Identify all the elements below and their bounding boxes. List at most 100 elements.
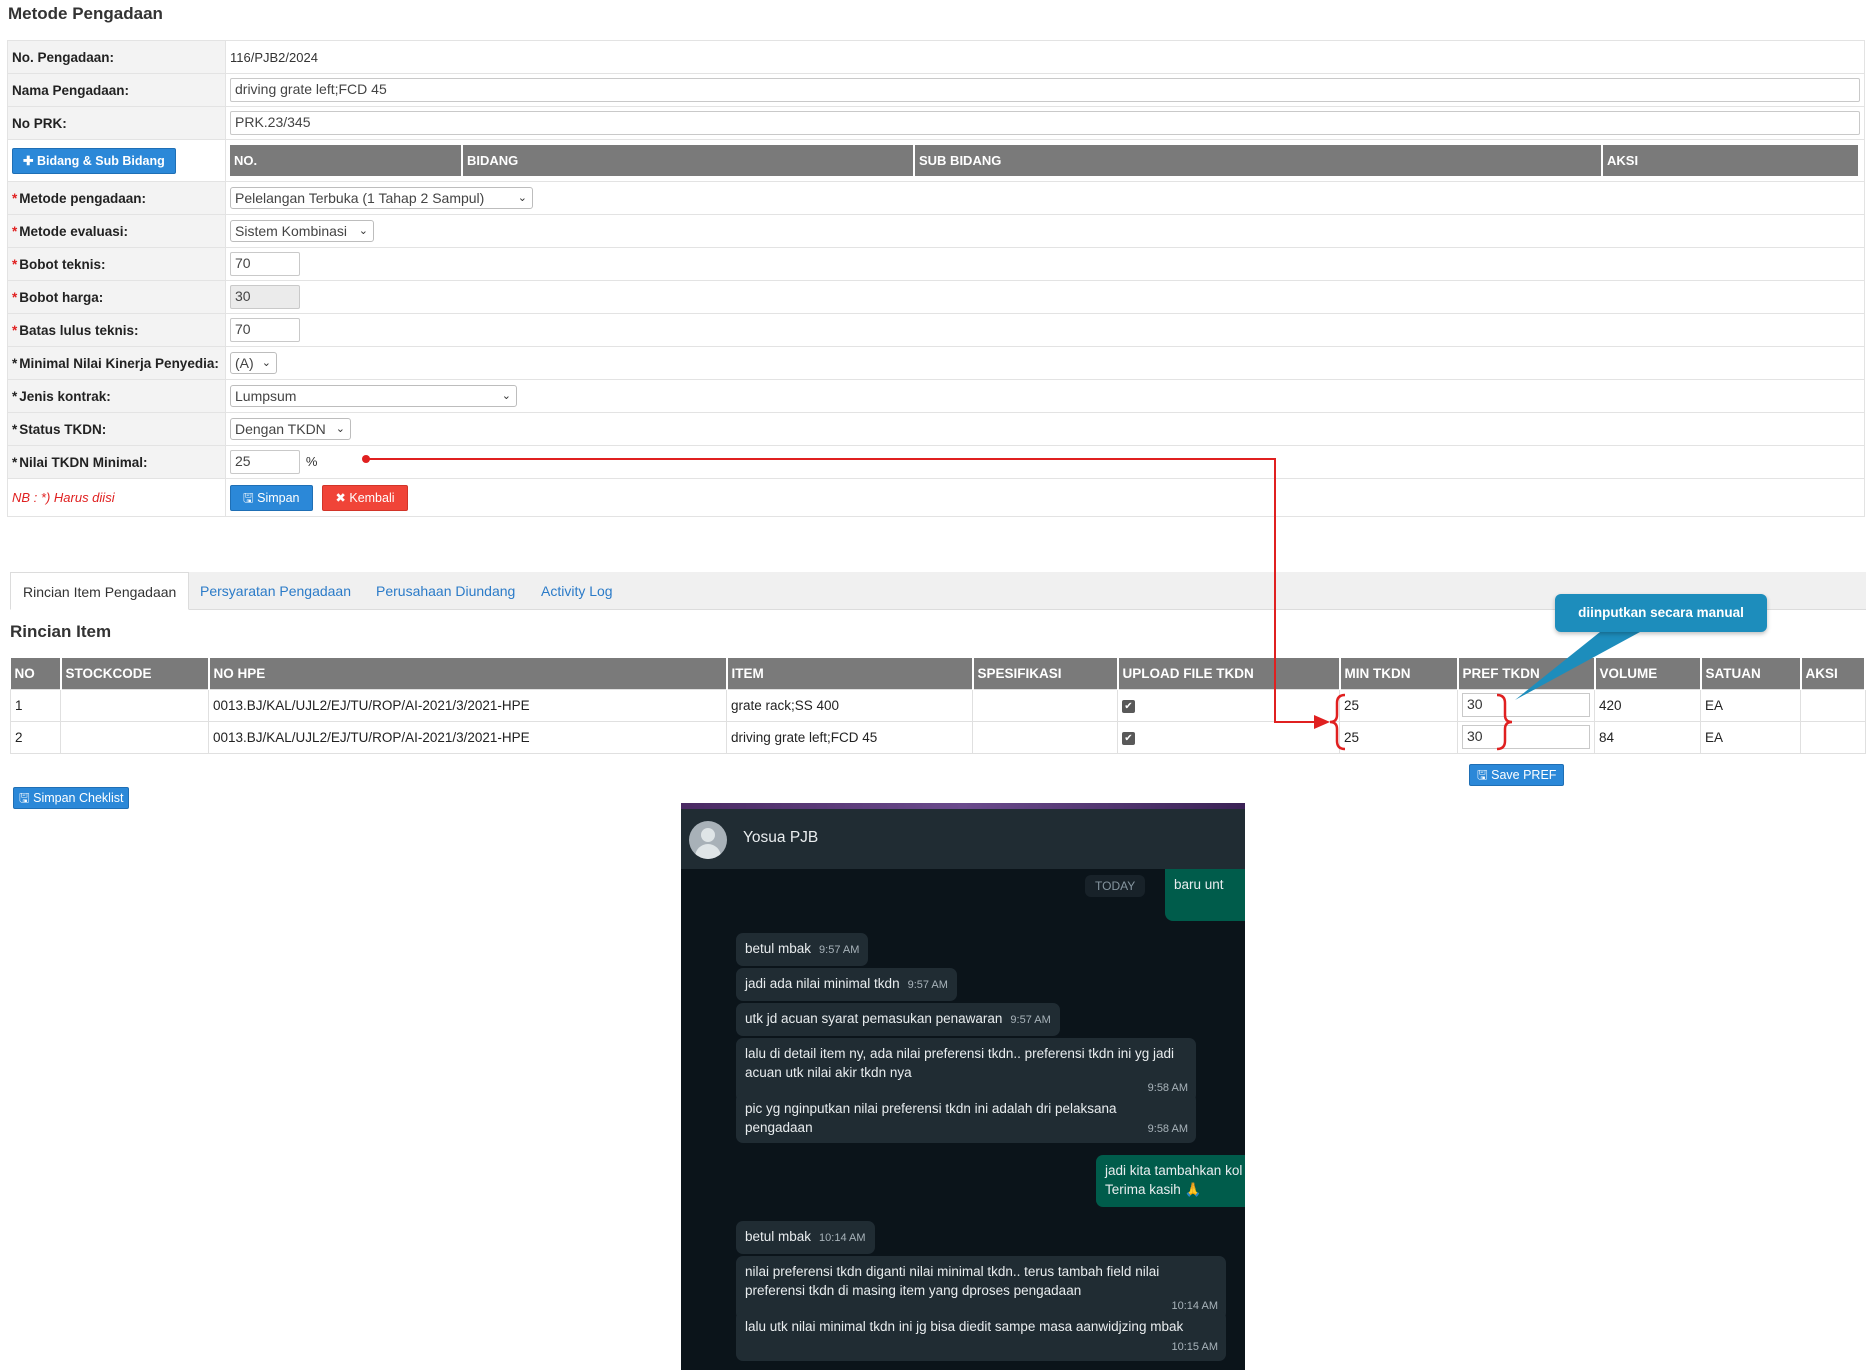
cell-hpe: 0013.BJ/KAL/UJL2/EJ/TU/ROP/AI-2021/3/202… <box>208 720 727 754</box>
cell-spesifikasi <box>972 720 1118 754</box>
tkdn-status-label: Status TKDN: <box>19 421 107 437</box>
nama-pengadaan-label: Nama Pengadaan: <box>7 73 226 107</box>
batas-lulus-input[interactable]: 70 <box>230 318 300 342</box>
col-upload-tkdn: UPLOAD FILE TKDN <box>1117 658 1341 689</box>
kembali-button[interactable]: ✖ Kembali <box>322 484 408 511</box>
cell-hpe: 0013.BJ/KAL/UJL2/EJ/TU/ROP/AI-2021/3/202… <box>208 688 727 722</box>
pref-tkdn-input[interactable]: 30 <box>1462 693 1590 717</box>
avatar[interactable] <box>689 821 727 859</box>
bobot-harga-label: Bobot harga: <box>19 289 104 305</box>
cell-min-tkdn: 25 <box>1339 688 1458 722</box>
bidang-button[interactable]: ✚ Bidang & Sub Bidang <box>12 147 176 174</box>
tab-perusahaan[interactable]: Perusahaan Diundang <box>364 572 527 610</box>
required-mark: * <box>12 454 18 470</box>
incoming-bubble: utk jd acuan syarat pemasukan penawaran 9… <box>736 1003 1060 1036</box>
col-item: ITEM <box>726 658 974 689</box>
tkdn-min-input[interactable]: 25 <box>230 450 300 474</box>
required-mark: * <box>12 355 18 371</box>
bidang-col-no: NO. <box>230 145 463 176</box>
required-mark: * <box>12 190 18 206</box>
close-icon: ✖ <box>335 490 350 505</box>
table-row: 1 0013.BJ/KAL/UJL2/EJ/TU/ROP/AI-2021/3/2… <box>10 688 1866 722</box>
checkbox-checked-icon[interactable]: ✔ <box>1122 732 1135 745</box>
required-mark: * <box>12 421 18 437</box>
chevron-down-icon: ⌄ <box>358 225 368 237</box>
col-spesifikasi: SPESIFIKASI <box>972 658 1119 689</box>
cell-spesifikasi <box>972 688 1118 722</box>
cell-satuan: EA <box>1700 720 1801 754</box>
simpan-checklist-button[interactable]: 🖫 Simpan Cheklist <box>13 787 130 809</box>
save-icon: 🖫 <box>243 490 258 505</box>
simpan-button[interactable]: 🖫 Simpan <box>230 484 313 511</box>
save-pref-button[interactable]: 🖫 Save PREF <box>1469 764 1565 786</box>
col-satuan: SATUAN <box>1700 658 1802 689</box>
today-badge: TODAY <box>1085 875 1146 897</box>
cell-no: 1 <box>10 688 61 722</box>
cell-aksi <box>1800 720 1866 754</box>
cell-stockcode <box>60 720 209 754</box>
no-prk-input[interactable]: PRK.23/345 <box>230 111 1860 135</box>
cell-item: driving grate left;FCD 45 <box>726 720 973 754</box>
checkbox-checked-icon[interactable]: ✔ <box>1122 700 1135 713</box>
bobot-harga-input: 30 <box>230 285 300 309</box>
procurement-form: No. Pengadaan: 116/PJB2/2024 Nama Pengad… <box>7 40 1865 517</box>
col-no: NO <box>10 658 62 689</box>
save-icon: 🖫 <box>19 791 34 805</box>
no-pengadaan-label: No. Pengadaan: <box>7 40 226 74</box>
no-prk-label: No PRK: <box>7 106 226 140</box>
incoming-bubble: jadi ada nilai minimal tkdn 9:57 AM <box>736 968 957 1001</box>
cell-stockcode <box>60 688 209 722</box>
cell-volume: 420 <box>1594 688 1701 722</box>
percent-sign: % <box>305 453 318 469</box>
tab-activity-log[interactable]: Activity Log <box>529 572 625 610</box>
tab-persyaratan[interactable]: Persyaratan Pengadaan <box>188 572 363 610</box>
required-mark: * <box>12 322 18 338</box>
callout-label: diinputkan secara manual <box>1555 594 1767 632</box>
nama-pengadaan-input[interactable]: driving grate left;FCD 45 <box>230 78 1860 102</box>
chevron-down-icon: ⌄ <box>517 192 527 204</box>
cell-min-tkdn: 25 <box>1339 720 1458 754</box>
kontrak-label: Jenis kontrak: <box>19 388 111 404</box>
tab-rincian-item[interactable]: Rincian Item Pengadaan <box>10 572 190 610</box>
chevron-down-icon: ⌄ <box>261 357 271 369</box>
nb-note: NB : *) Harus diisi <box>7 478 226 517</box>
cell-upload: ✔ <box>1117 688 1340 722</box>
chat-contact-name: Yosua PJB <box>743 829 819 846</box>
section-title: Rincian Item <box>10 622 112 641</box>
pref-tkdn-input[interactable]: 30 <box>1462 725 1590 749</box>
kontrak-select[interactable]: Lumpsum ⌄ <box>230 385 517 407</box>
page-title: Metode Pengadaan <box>8 4 163 23</box>
incoming-bubble: betul mbak 10:14 AM <box>736 1221 875 1254</box>
incoming-bubble: lalu utk nilai minimal tkdn ini jg bisa … <box>736 1311 1226 1361</box>
kinerja-select[interactable]: (A) ⌄ <box>230 352 277 374</box>
plus-icon: ✚ <box>23 153 37 168</box>
col-aksi: AKSI <box>1800 658 1866 689</box>
outgoing-bubble: baru unt <box>1165 869 1245 921</box>
incoming-bubble: betul mbak 9:57 AM <box>736 933 869 966</box>
cell-aksi <box>1800 688 1866 722</box>
bidang-col-sub-bidang: SUB BIDANG <box>914 145 1603 176</box>
bidang-col-aksi: AKSI <box>1602 145 1860 176</box>
cell-upload: ✔ <box>1117 720 1340 754</box>
save-icon: 🖫 <box>1477 768 1492 782</box>
col-stockcode: STOCKCODE <box>60 658 210 689</box>
bobot-teknis-input[interactable]: 70 <box>230 252 300 276</box>
cell-satuan: EA <box>1700 688 1801 722</box>
col-volume: VOLUME <box>1594 658 1702 689</box>
chat-header: Yosua PJB <box>681 809 1245 869</box>
evaluasi-select[interactable]: Sistem Kombinasi ⌄ <box>230 220 374 242</box>
cell-no: 2 <box>10 720 61 754</box>
tkdn-status-select[interactable]: Dengan TKDN ⌄ <box>230 418 351 440</box>
col-min-tkdn: MIN TKDN <box>1339 658 1459 689</box>
batas-lulus-label: Batas lulus teknis: <box>19 322 139 338</box>
cell-pref-tkdn: 30 <box>1457 688 1595 722</box>
kinerja-label: Minimal Nilai Kinerja Penyedia: <box>19 355 219 371</box>
col-pref-tkdn: PREF TKDN <box>1457 658 1596 689</box>
tkdn-min-label: Nilai TKDN Minimal: <box>19 454 148 470</box>
required-mark: * <box>12 223 18 239</box>
evaluasi-label: Metode evaluasi: <box>19 223 129 239</box>
metode-select[interactable]: Pelelangan Terbuka (1 Tahap 2 Sampul) ⌄ <box>230 187 533 209</box>
required-mark: * <box>12 256 18 272</box>
cell-item: grate rack;SS 400 <box>726 688 973 722</box>
bidang-col-bidang: BIDANG <box>462 145 915 176</box>
